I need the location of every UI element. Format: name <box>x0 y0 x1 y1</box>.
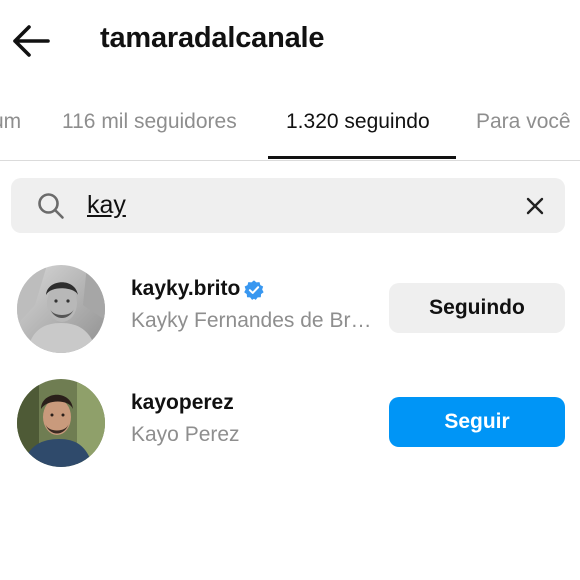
following-button[interactable]: Seguindo <box>389 283 565 333</box>
search-bar <box>11 178 565 233</box>
clear-search-button[interactable] <box>523 194 547 218</box>
full-name: Kayo Perez <box>131 423 240 446</box>
active-tab-indicator <box>268 156 456 159</box>
arrow-left-icon <box>13 25 50 57</box>
tab-bar: um 116 mil seguidores 1.320 seguindo Par… <box>0 96 580 161</box>
page-title: tamaradalcanale <box>100 22 325 54</box>
back-button[interactable] <box>10 22 52 60</box>
username: kayoperez <box>131 391 234 414</box>
avatar[interactable] <box>17 379 105 467</box>
follow-button[interactable]: Seguir <box>389 397 565 447</box>
avatar[interactable] <box>17 265 105 353</box>
tab-for-you[interactable]: Para você <box>476 110 571 134</box>
tab-um[interactable]: um <box>0 110 21 134</box>
username: kayky.brito <box>131 277 241 300</box>
avatar-photo <box>17 265 105 353</box>
tab-followers[interactable]: 116 mil seguidores <box>62 110 237 134</box>
search-icon <box>38 193 64 219</box>
avatar-photo <box>17 379 105 467</box>
list-item[interactable]: kayky.brito Kayky Fernandes de Br… Segui… <box>0 261 580 357</box>
tab-following[interactable]: 1.320 seguindo <box>286 110 430 134</box>
header: tamaradalcanale <box>0 0 580 80</box>
close-icon <box>526 197 544 215</box>
full-name: Kayky Fernandes de Br… <box>131 309 372 332</box>
list-item[interactable]: kayoperez Kayo Perez Seguir <box>0 375 580 471</box>
search-input[interactable] <box>87 186 487 224</box>
verified-badge-icon <box>244 280 264 300</box>
